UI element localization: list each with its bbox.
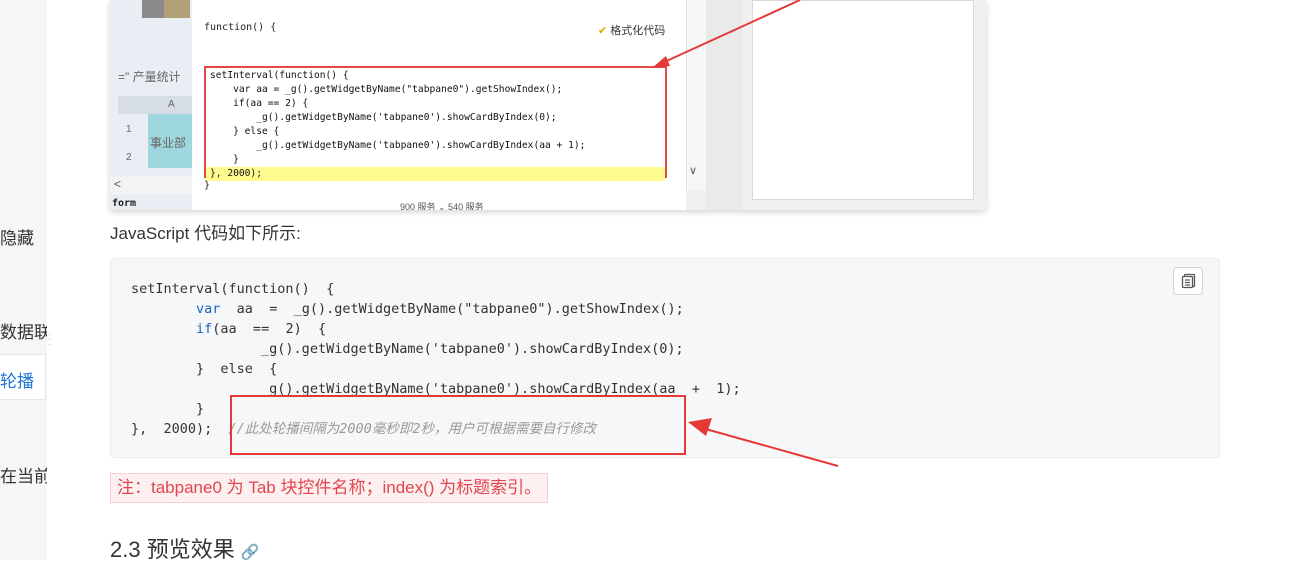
sidebar-resize-handle[interactable]: · · · bbox=[48, 330, 51, 350]
section-title: 2.3 预览效果 🔗 bbox=[110, 537, 260, 562]
comment-highlight-box bbox=[230, 395, 686, 455]
note-text: 注：tabpane0 为 Tab 块控件名称；index() 为标题索引。 bbox=[110, 473, 549, 503]
report-grid-preview: =" 产量统计 A 1 2 事业部 < form bbox=[110, 0, 192, 210]
sidebar-item-hide[interactable]: 隐藏 bbox=[0, 224, 34, 249]
sidebar-item-carousel[interactable]: 轮播 bbox=[0, 354, 46, 400]
side-panel bbox=[752, 0, 974, 200]
grid-cell: 事业部 bbox=[148, 114, 192, 168]
link-icon[interactable]: 🔗 bbox=[241, 544, 260, 561]
editor-scrollbar: ∨ bbox=[686, 0, 707, 190]
sidebar-item-current-window[interactable]: 在当前窗 bbox=[0, 462, 47, 487]
code-intro-text: JavaScript 代码如下所示: bbox=[110, 224, 301, 243]
chevron-left-icon: < bbox=[114, 177, 122, 191]
highlighted-code: setInterval(function() { var aa = _g().g… bbox=[204, 66, 667, 181]
code-editor-preview: function() { ✔ 格式化代码 setInterval(functio… bbox=[192, 0, 686, 210]
brush-icon: ✔ bbox=[598, 25, 608, 37]
left-sidebar: 隐藏 数据联 轮播 在当前窗 bbox=[0, 0, 47, 560]
chevron-down-icon: ∨ bbox=[689, 165, 698, 177]
copy-code-button[interactable] bbox=[1173, 267, 1203, 295]
embedded-screenshot: =" 产量统计 A 1 2 事业部 < form function() { ✔ … bbox=[110, 0, 986, 210]
horizontal-scrollbar: < bbox=[110, 176, 192, 194]
grid-header: A bbox=[118, 96, 192, 114]
sidebar-item-data-link[interactable]: 数据联 bbox=[0, 318, 47, 343]
format-code-button: ✔ 格式化代码 bbox=[598, 25, 666, 37]
copy-icon bbox=[1181, 273, 1196, 289]
